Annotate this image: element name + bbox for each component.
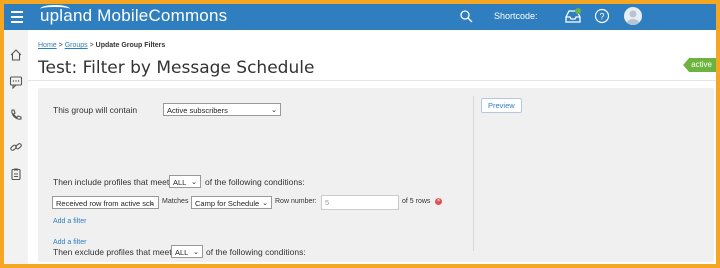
- group-contain-value: Active subscribers: [167, 106, 228, 115]
- breadcrumb: Home > Groups > Update Group Filters: [38, 42, 165, 49]
- chevron-down-icon: ⌄: [193, 249, 199, 256]
- clipboard-icon[interactable]: [9, 167, 23, 181]
- hamburger-icon[interactable]: [4, 4, 30, 30]
- preview-column: Preview: [475, 88, 714, 262]
- top-navigation-bar: upland MobileCommons Shortcode: ?: [4, 4, 716, 30]
- shortcode-label: Shortcode:: [494, 11, 538, 21]
- help-icon[interactable]: ?: [594, 8, 610, 24]
- schedule-select[interactable]: Camp for Schedule ⌄: [191, 196, 272, 209]
- exclude-match-select[interactable]: ALL ⌄: [171, 245, 203, 258]
- status-badge: active: [683, 58, 716, 72]
- condition-field-value: Received row from active sch: [56, 199, 154, 208]
- schedule-value: Camp for Schedule: [195, 199, 260, 208]
- chevron-down-icon: ⌄: [262, 200, 268, 207]
- preview-button[interactable]: Preview: [481, 98, 522, 113]
- include-suffix: of the following conditions:: [205, 177, 305, 187]
- logo-swoosh: [40, 5, 70, 13]
- remove-icon[interactable]: ×: [435, 198, 442, 205]
- filter-conditions: This group will contain Active subscribe…: [38, 88, 468, 262]
- add-filter-include-link[interactable]: Add a filter: [53, 218, 86, 225]
- add-filter-exclude-link[interactable]: Add a filter: [53, 239, 86, 246]
- group-contain-select[interactable]: Active subscribers ⌄: [163, 103, 281, 116]
- link-icon[interactable]: [9, 140, 23, 154]
- contain-label: This group will contain: [53, 105, 138, 115]
- condition-field-select[interactable]: Received row from active sch ⌄: [52, 196, 159, 209]
- breadcrumb-separator: >: [58, 42, 63, 49]
- row-number-label: Row number:: [275, 198, 317, 205]
- exclude-suffix: of the following conditions:: [206, 247, 306, 257]
- include-match-value: ALL: [173, 178, 187, 187]
- app-window: upland MobileCommons Shortcode: ? Home >…: [4, 4, 716, 264]
- rows-count-text: of 5 rows: [402, 198, 431, 205]
- breadcrumb-groups-link[interactable]: Groups: [65, 42, 88, 49]
- breadcrumb-current: Update Group Filters: [95, 42, 166, 49]
- exclude-prefix: Then exclude profiles that meet: [53, 247, 172, 257]
- row-number-input[interactable]: 5: [321, 195, 399, 210]
- chevron-down-icon: ⌄: [191, 179, 197, 186]
- include-prefix: Then include profiles that meet: [53, 177, 170, 187]
- brand-logo[interactable]: upland MobileCommons: [40, 5, 227, 26]
- include-match-select[interactable]: ALL ⌄: [169, 175, 201, 188]
- page-title: Test: Filter by Message Schedule: [38, 58, 315, 78]
- avatar[interactable]: [624, 7, 642, 25]
- side-navigation: [4, 30, 29, 264]
- svg-text:?: ?: [599, 12, 604, 22]
- home-icon[interactable]: [9, 48, 23, 62]
- breadcrumb-separator: >: [89, 42, 94, 49]
- chevron-down-icon: ⌄: [149, 200, 155, 207]
- search-icon[interactable]: [459, 9, 473, 23]
- breadcrumb-home-link[interactable]: Home: [38, 42, 57, 49]
- inbox-icon[interactable]: [564, 7, 582, 25]
- phone-icon[interactable]: [9, 108, 23, 122]
- exclude-match-value: ALL: [175, 248, 189, 257]
- filter-panel: This group will contain Active subscribe…: [38, 88, 714, 262]
- chevron-down-icon: ⌄: [271, 107, 277, 114]
- matches-label: Matches: [162, 198, 189, 205]
- chat-icon[interactable]: [9, 75, 23, 89]
- title-divider: [28, 80, 716, 81]
- column-divider: [473, 96, 474, 251]
- main-content: Home > Groups > Update Group Filters Tes…: [28, 30, 716, 264]
